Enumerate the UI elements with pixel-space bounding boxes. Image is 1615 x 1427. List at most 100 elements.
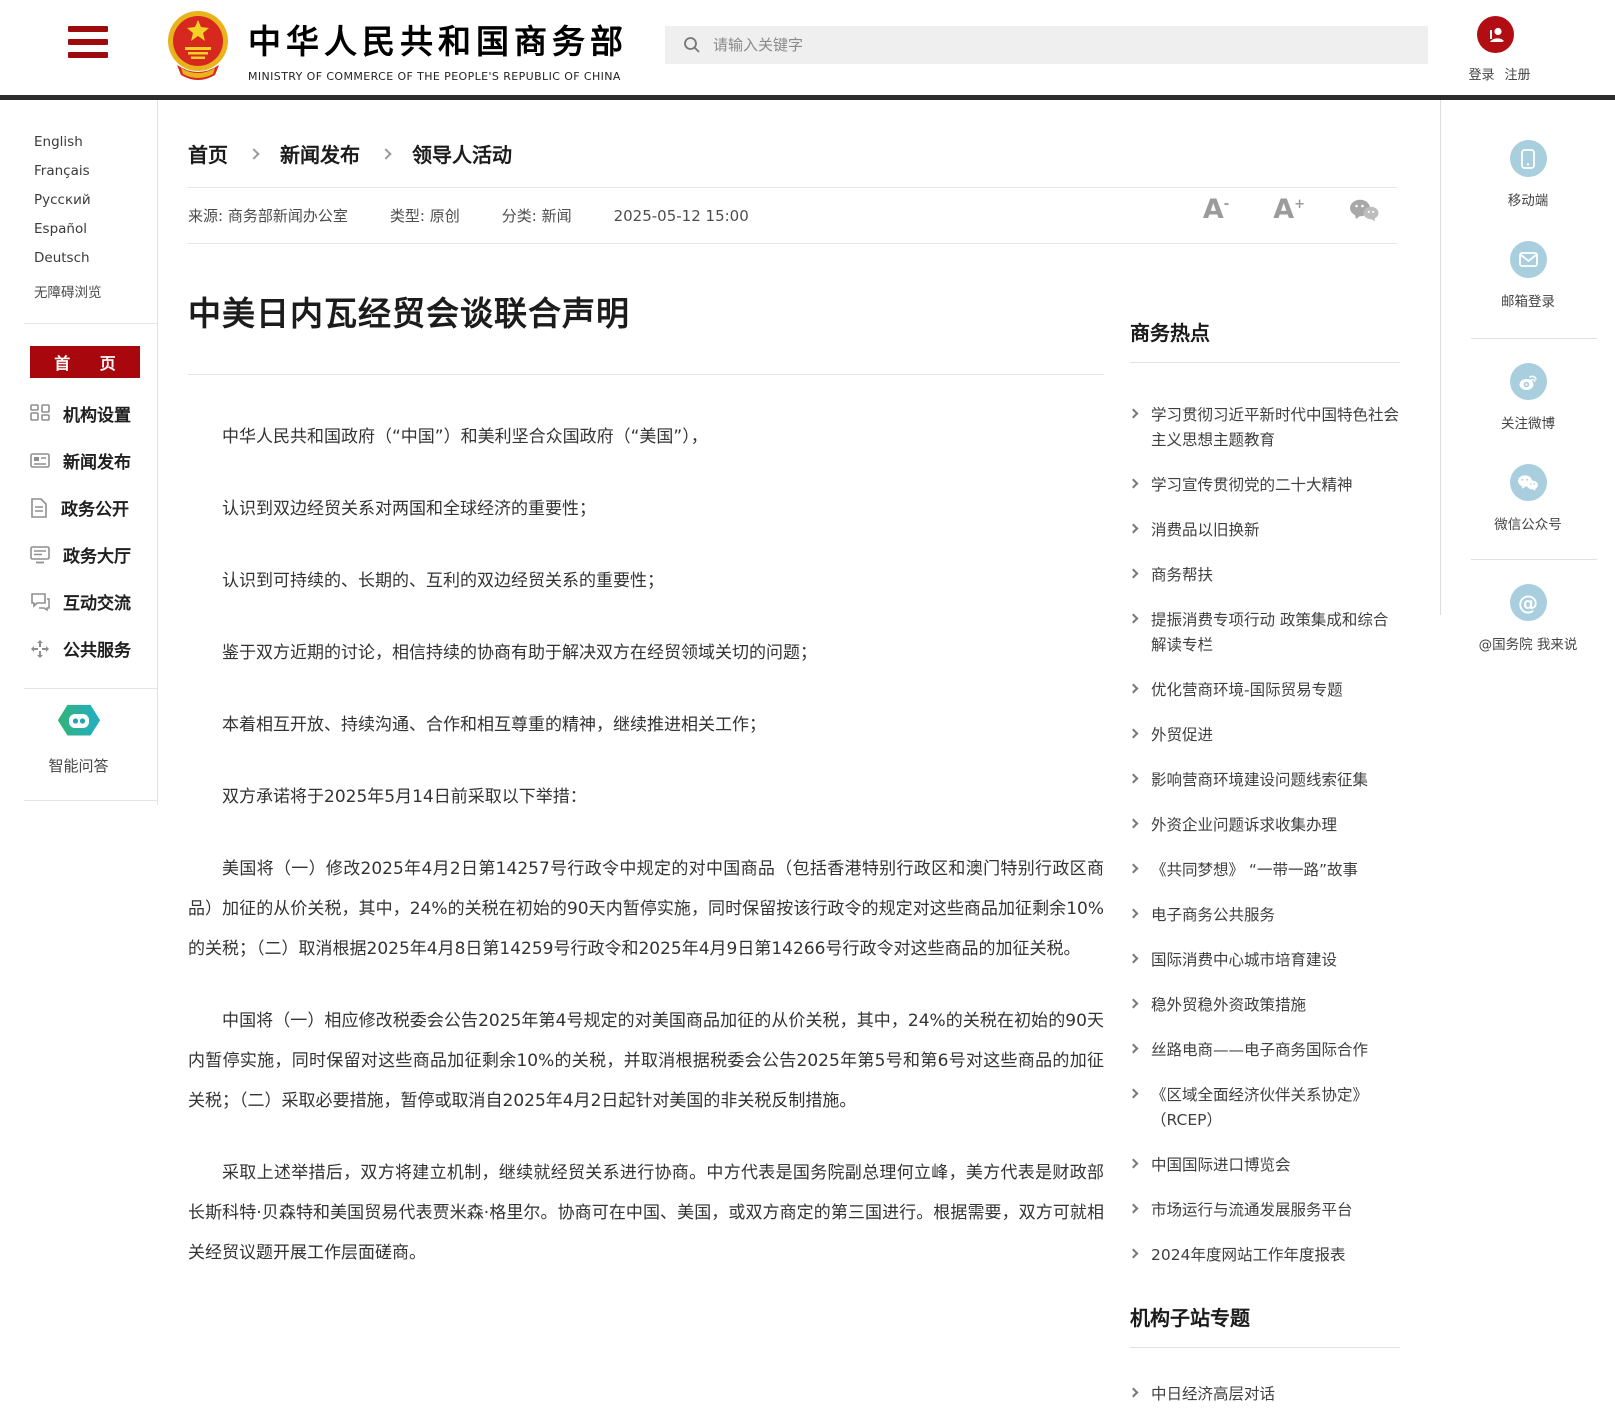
sidebar-item-label: 政务公开	[61, 500, 129, 520]
sidebar-item-public-service[interactable]: 公共服务	[0, 625, 157, 672]
divider	[188, 243, 1397, 244]
chevron-right-icon	[1128, 1088, 1139, 1099]
sidebar-item-interaction[interactable]: 互动交流	[0, 578, 157, 625]
list-item[interactable]: 商务帮扶	[1128, 563, 1400, 588]
auth-links: 登录 注册	[1452, 64, 1547, 83]
search-bar[interactable]	[665, 26, 1428, 64]
sidebar-item-gov-info[interactable]: 政务公开	[0, 484, 157, 531]
lang-deutsch[interactable]: Deutsch	[34, 250, 90, 266]
rail-item-wechat[interactable]: 微信公众号	[1441, 464, 1615, 533]
list-item[interactable]: 外资企业问题诉求收集办理	[1128, 813, 1400, 838]
breadcrumb-news[interactable]: 新闻发布	[280, 139, 360, 168]
chevron-right-icon	[1128, 728, 1139, 739]
language-switcher: English Français Русский Español Deutsch	[0, 100, 150, 266]
search-input[interactable]	[713, 36, 1353, 54]
login-link[interactable]: 登录	[1468, 68, 1494, 83]
paragraph: 认识到双边经贸关系对两国和全球经济的重要性；	[222, 499, 596, 519]
chevron-right-icon	[248, 147, 260, 160]
list-item[interactable]: 《区域全面经济伙伴关系协定》（RCEP）	[1128, 1083, 1400, 1133]
sidebar-item-gov-hall[interactable]: 政务大厅	[0, 531, 157, 578]
sidebar-item-label: 新闻发布	[63, 453, 131, 473]
breadcrumb-leader-activity[interactable]: 领导人活动	[412, 139, 512, 168]
breadcrumb: 首页 新闻发布 领导人活动	[188, 100, 1397, 168]
sub-sites-heading: 机构子站专题	[1130, 1306, 1250, 1330]
mail-icon	[1509, 241, 1547, 278]
list-item[interactable]: 电子商务公共服务	[1128, 903, 1400, 928]
sidebar-item-news[interactable]: 新闻发布	[0, 437, 157, 484]
lang-francais[interactable]: Français	[34, 163, 90, 179]
font-increase-button[interactable]: A+	[1273, 196, 1305, 223]
page: 中华人民共和国商务部 MINISTRY OF COMMERCE OF THE P…	[0, 0, 1615, 1427]
rail-item-mobile[interactable]: 移动端	[1441, 140, 1615, 209]
left-sidebar: English Français Русский Español Deutsch…	[0, 100, 158, 805]
meta-source: 来源: 商务部新闻办公室	[188, 207, 348, 225]
paragraph: 本着相互开放、持续沟通、合作和相互尊重的精神，继续推进相关工作；	[222, 715, 766, 735]
list-item[interactable]: 优化营商环境-国际贸易专题	[1128, 678, 1400, 703]
rail-item-at-gov[interactable]: @ @国务院 我来说	[1441, 584, 1615, 653]
lang-espanol[interactable]: Español	[34, 221, 87, 237]
chevron-right-icon	[1128, 523, 1139, 534]
hot-topics-sidebar: 商务热点 学习贯彻习近平新时代中国特色社会主义思想主题教育 学习宣传贯彻党的二十…	[1128, 245, 1400, 1427]
chevron-right-icon	[1128, 408, 1139, 419]
sidebar-item-label: 公共服务	[63, 641, 131, 661]
rail-item-label: 移动端	[1507, 193, 1549, 209]
sidebar-item-label: 政务大厅	[63, 547, 131, 567]
font-decrease-button[interactable]: A-	[1203, 196, 1229, 223]
sidebar-item-home[interactable]: 首 页	[30, 346, 140, 378]
list-item[interactable]: 学习宣传贯彻党的二十大精神	[1128, 473, 1400, 498]
hamburger-menu-icon[interactable]	[68, 26, 108, 59]
meta-datetime: 2025-05-12 15:00	[613, 206, 749, 225]
header: 中华人民共和国商务部 MINISTRY OF COMMERCE OF THE P…	[0, 0, 1615, 95]
chevron-right-icon	[1128, 1043, 1139, 1054]
chevron-right-icon	[1128, 613, 1139, 624]
chevron-right-icon	[1128, 568, 1139, 579]
chat-icon	[31, 592, 50, 611]
weibo-icon	[1509, 363, 1547, 400]
list-item[interactable]: 丝路电商——电子商务国际合作	[1128, 1038, 1400, 1063]
article-tools: A- A+	[1203, 196, 1379, 223]
lang-russian[interactable]: Русский	[34, 192, 91, 208]
rail-divider	[1471, 338, 1597, 339]
paragraph: 美国将（一）修改2025年4月2日第14257号行政令中规定的对中国商品（包括香…	[188, 859, 1104, 959]
sidebar-divider	[24, 323, 157, 324]
list-item[interactable]: 中日经济高层对话	[1128, 1382, 1400, 1407]
list-item[interactable]: 稳外贸稳外资政策措施	[1128, 993, 1400, 1018]
list-item[interactable]: 《共同梦想》 “一带一路”故事	[1128, 858, 1400, 883]
chevron-right-icon	[1128, 998, 1139, 1009]
document-icon	[31, 497, 47, 518]
chevron-right-icon	[1128, 818, 1139, 829]
paragraph: 中华人民共和国政府（“中国”）和美利坚合众国政府（“美国”），	[222, 427, 708, 447]
mobile-icon	[1509, 140, 1547, 177]
sidebar-item-org[interactable]: 机构设置	[0, 390, 157, 437]
article-title: 中美日内瓦经贸会谈联合声明	[188, 294, 630, 333]
ai-robot-icon	[57, 704, 100, 736]
list-item[interactable]: 市场运行与流通发展服务平台	[1128, 1198, 1400, 1223]
list-item[interactable]: 国际消费中心城市培育建设	[1128, 948, 1400, 973]
list-item[interactable]: 影响营商环境建设问题线索征集	[1128, 768, 1400, 793]
list-item[interactable]: 2024年度网站工作年度报表	[1128, 1243, 1400, 1268]
register-link[interactable]: 注册	[1505, 68, 1531, 83]
meta-type: 类型: 原创	[389, 207, 460, 225]
accessibility-link[interactable]: 无障碍浏览	[0, 266, 157, 301]
chevron-right-icon	[1128, 1158, 1139, 1169]
rail-divider	[1471, 559, 1597, 560]
at-icon: @	[1509, 584, 1547, 621]
user-avatar-icon[interactable]	[1477, 16, 1514, 53]
article-meta: 来源: 商务部新闻办公室 类型: 原创 分类: 新闻 2025-05-12 15…	[188, 188, 1397, 243]
list-item[interactable]: 学习贯彻习近平新时代中国特色社会主义思想主题教育	[1128, 403, 1400, 453]
service-icon	[31, 639, 49, 658]
content-header: 首页 新闻发布 领导人活动 来源: 商务部新闻办公室 类型: 原创 分类: 新闻…	[188, 100, 1397, 244]
wechat-share-icon[interactable]	[1349, 198, 1379, 222]
list-item[interactable]: 外贸促进	[1128, 723, 1400, 748]
list-item[interactable]: 中国国际进口博览会	[1128, 1153, 1400, 1178]
rail-item-weibo[interactable]: 关注微博	[1441, 363, 1615, 432]
ai-qa-widget[interactable]: 智能问答	[0, 689, 157, 776]
chevron-right-icon	[1128, 1387, 1139, 1398]
rail-item-mail[interactable]: 邮箱登录	[1441, 241, 1615, 310]
list-item[interactable]: 提振消费专项行动 政策集成和综合解读专栏	[1128, 608, 1400, 658]
sub-sites-list: 中日经济高层对话	[1128, 1382, 1400, 1407]
rail-item-label: @国务院 我来说	[1478, 637, 1578, 653]
lang-english[interactable]: English	[34, 134, 83, 150]
breadcrumb-home[interactable]: 首页	[188, 139, 228, 168]
list-item[interactable]: 消费品以旧换新	[1128, 518, 1400, 543]
